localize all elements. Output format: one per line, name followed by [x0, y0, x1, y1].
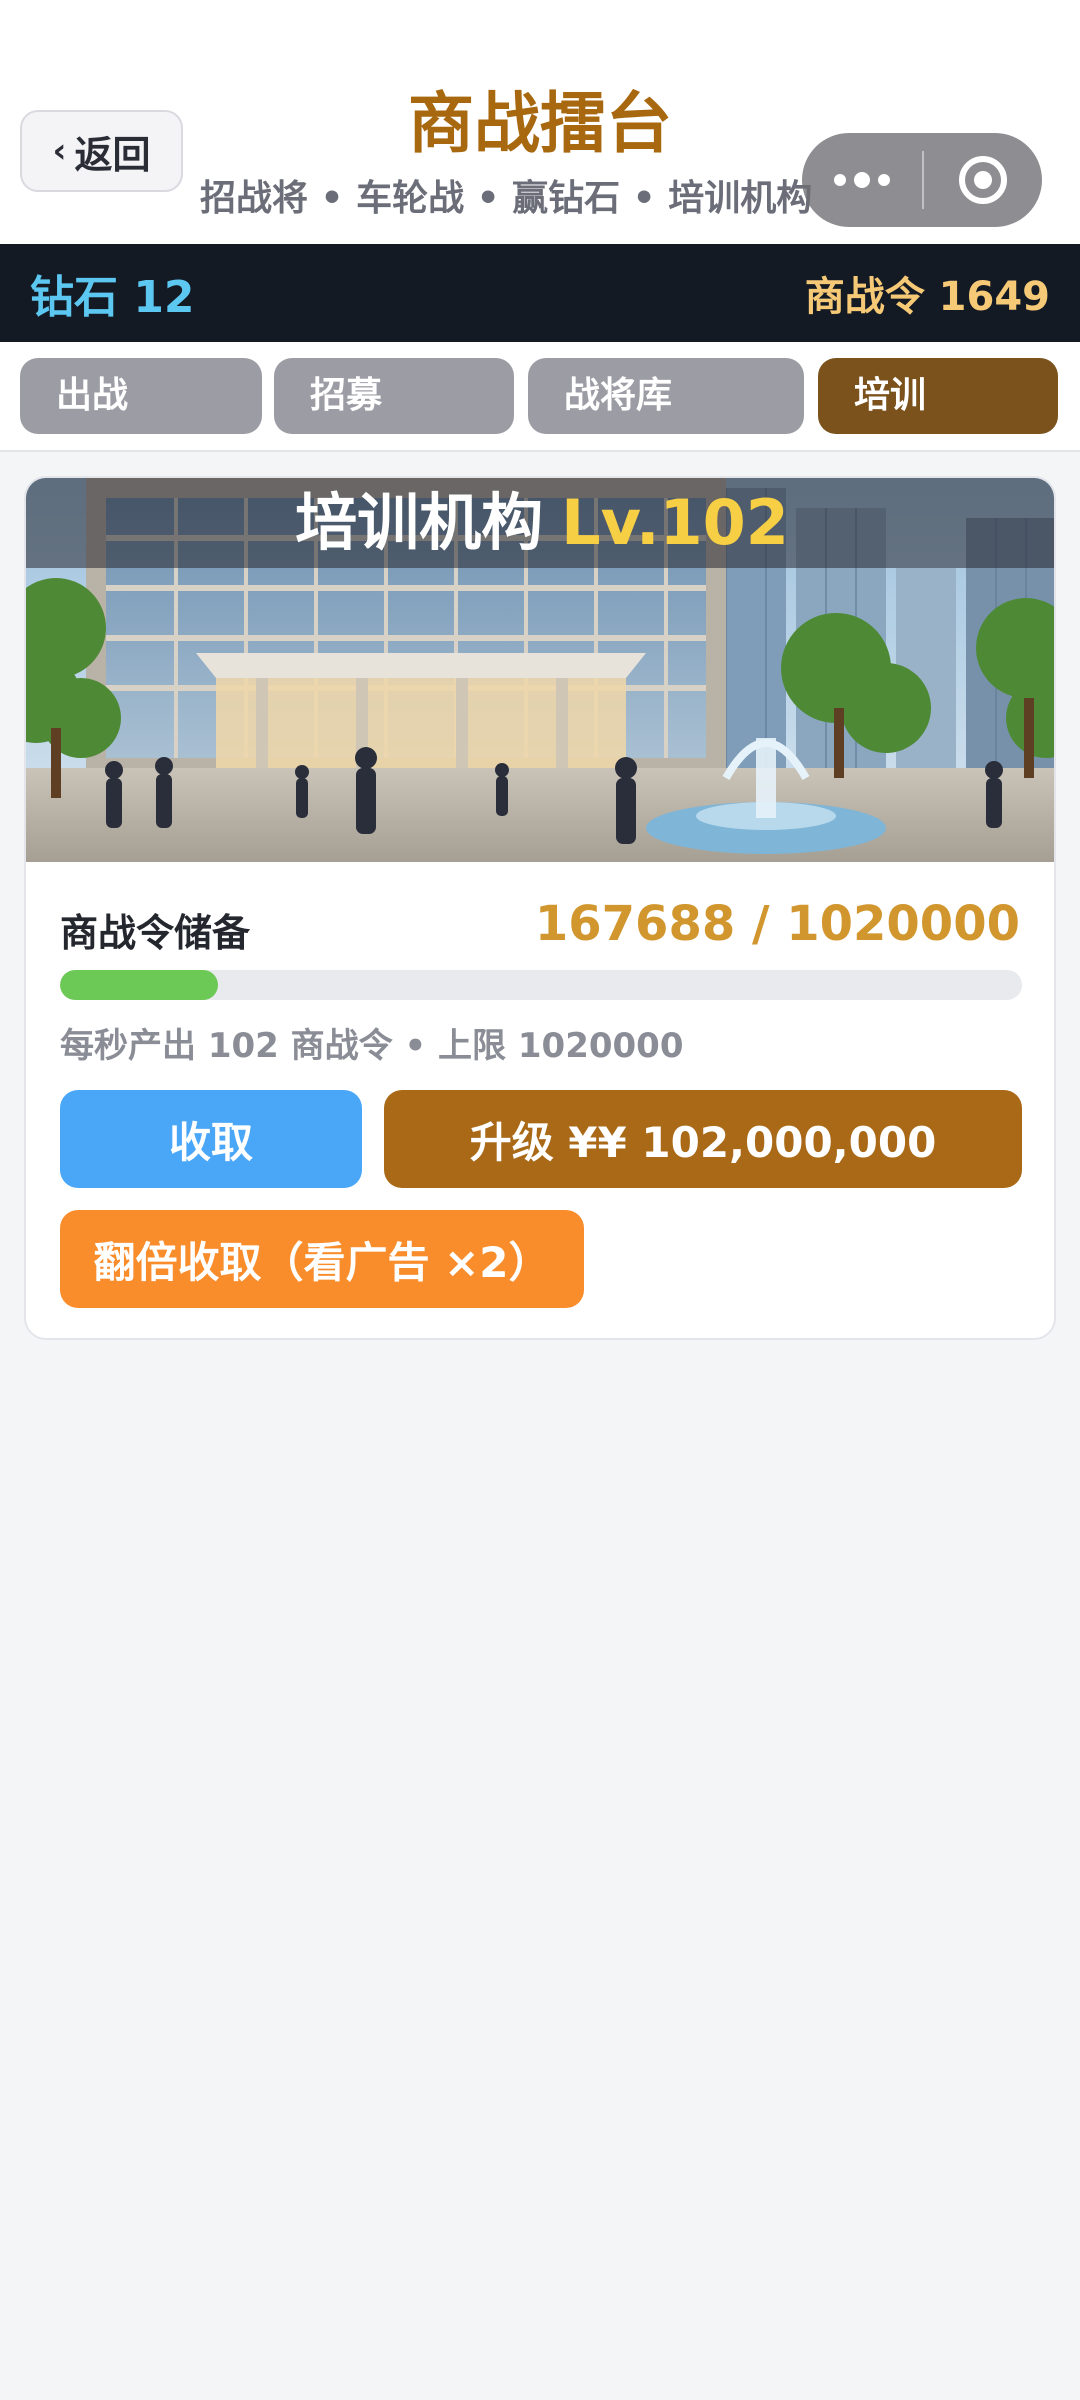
facility-level: Lv.102 [561, 486, 789, 559]
close-target-icon[interactable] [924, 133, 1042, 227]
currency-bar: 钻石 12 商战令 1649 [0, 244, 1080, 342]
facility-title: 培训机构 Lv.102 [26, 486, 1054, 560]
token-count: 商战令 1649 [804, 274, 1050, 320]
page-subtitle: 招战将 • 车轮战 • 赢钻石 • 培训机构 [200, 178, 813, 219]
tab-battle[interactable]: 出战 [20, 358, 262, 434]
facility-card: 培训机构 Lv.102 商战令储备 167688 / 1020000 每秒产出 1… [24, 476, 1056, 1340]
facility-banner: 培训机构 Lv.102 [26, 478, 1054, 862]
storage-progress-bar [60, 970, 1022, 1000]
facility-name: 培训机构 [295, 486, 544, 559]
collect-button[interactable]: 收取 [60, 1090, 362, 1188]
more-dots-icon[interactable] [802, 133, 922, 227]
tab-training[interactable]: 培训 [818, 358, 1058, 434]
tab-general-library[interactable]: 战将库 [528, 358, 804, 434]
storage-value: 167688 / 1020000 [534, 896, 1020, 952]
header: ‹ 返回 商战擂台 招战将 • 车轮战 • 赢钻石 • 培训机构 [0, 0, 1080, 244]
double-collect-button[interactable]: 翻倍收取（看广告 ×2） [60, 1210, 584, 1308]
mini-program-capsule [802, 133, 1042, 227]
diamond-count: 钻石 12 [30, 272, 195, 323]
production-rate: 每秒产出 102 商战令 • 上限 1020000 [60, 1026, 684, 1066]
storage-label: 商战令储备 [60, 911, 251, 955]
upgrade-button[interactable]: 升级 ¥¥ 102,000,000 [384, 1090, 1022, 1188]
storage-progress-fill [60, 970, 218, 1000]
tab-bar: 出战 招募 战将库 培训 [0, 342, 1080, 452]
tab-recruit[interactable]: 招募 [274, 358, 514, 434]
arena-page: ‹ 返回 商战擂台 招战将 • 车轮战 • 赢钻石 • 培训机构 钻石 12 商… [0, 0, 1080, 2400]
